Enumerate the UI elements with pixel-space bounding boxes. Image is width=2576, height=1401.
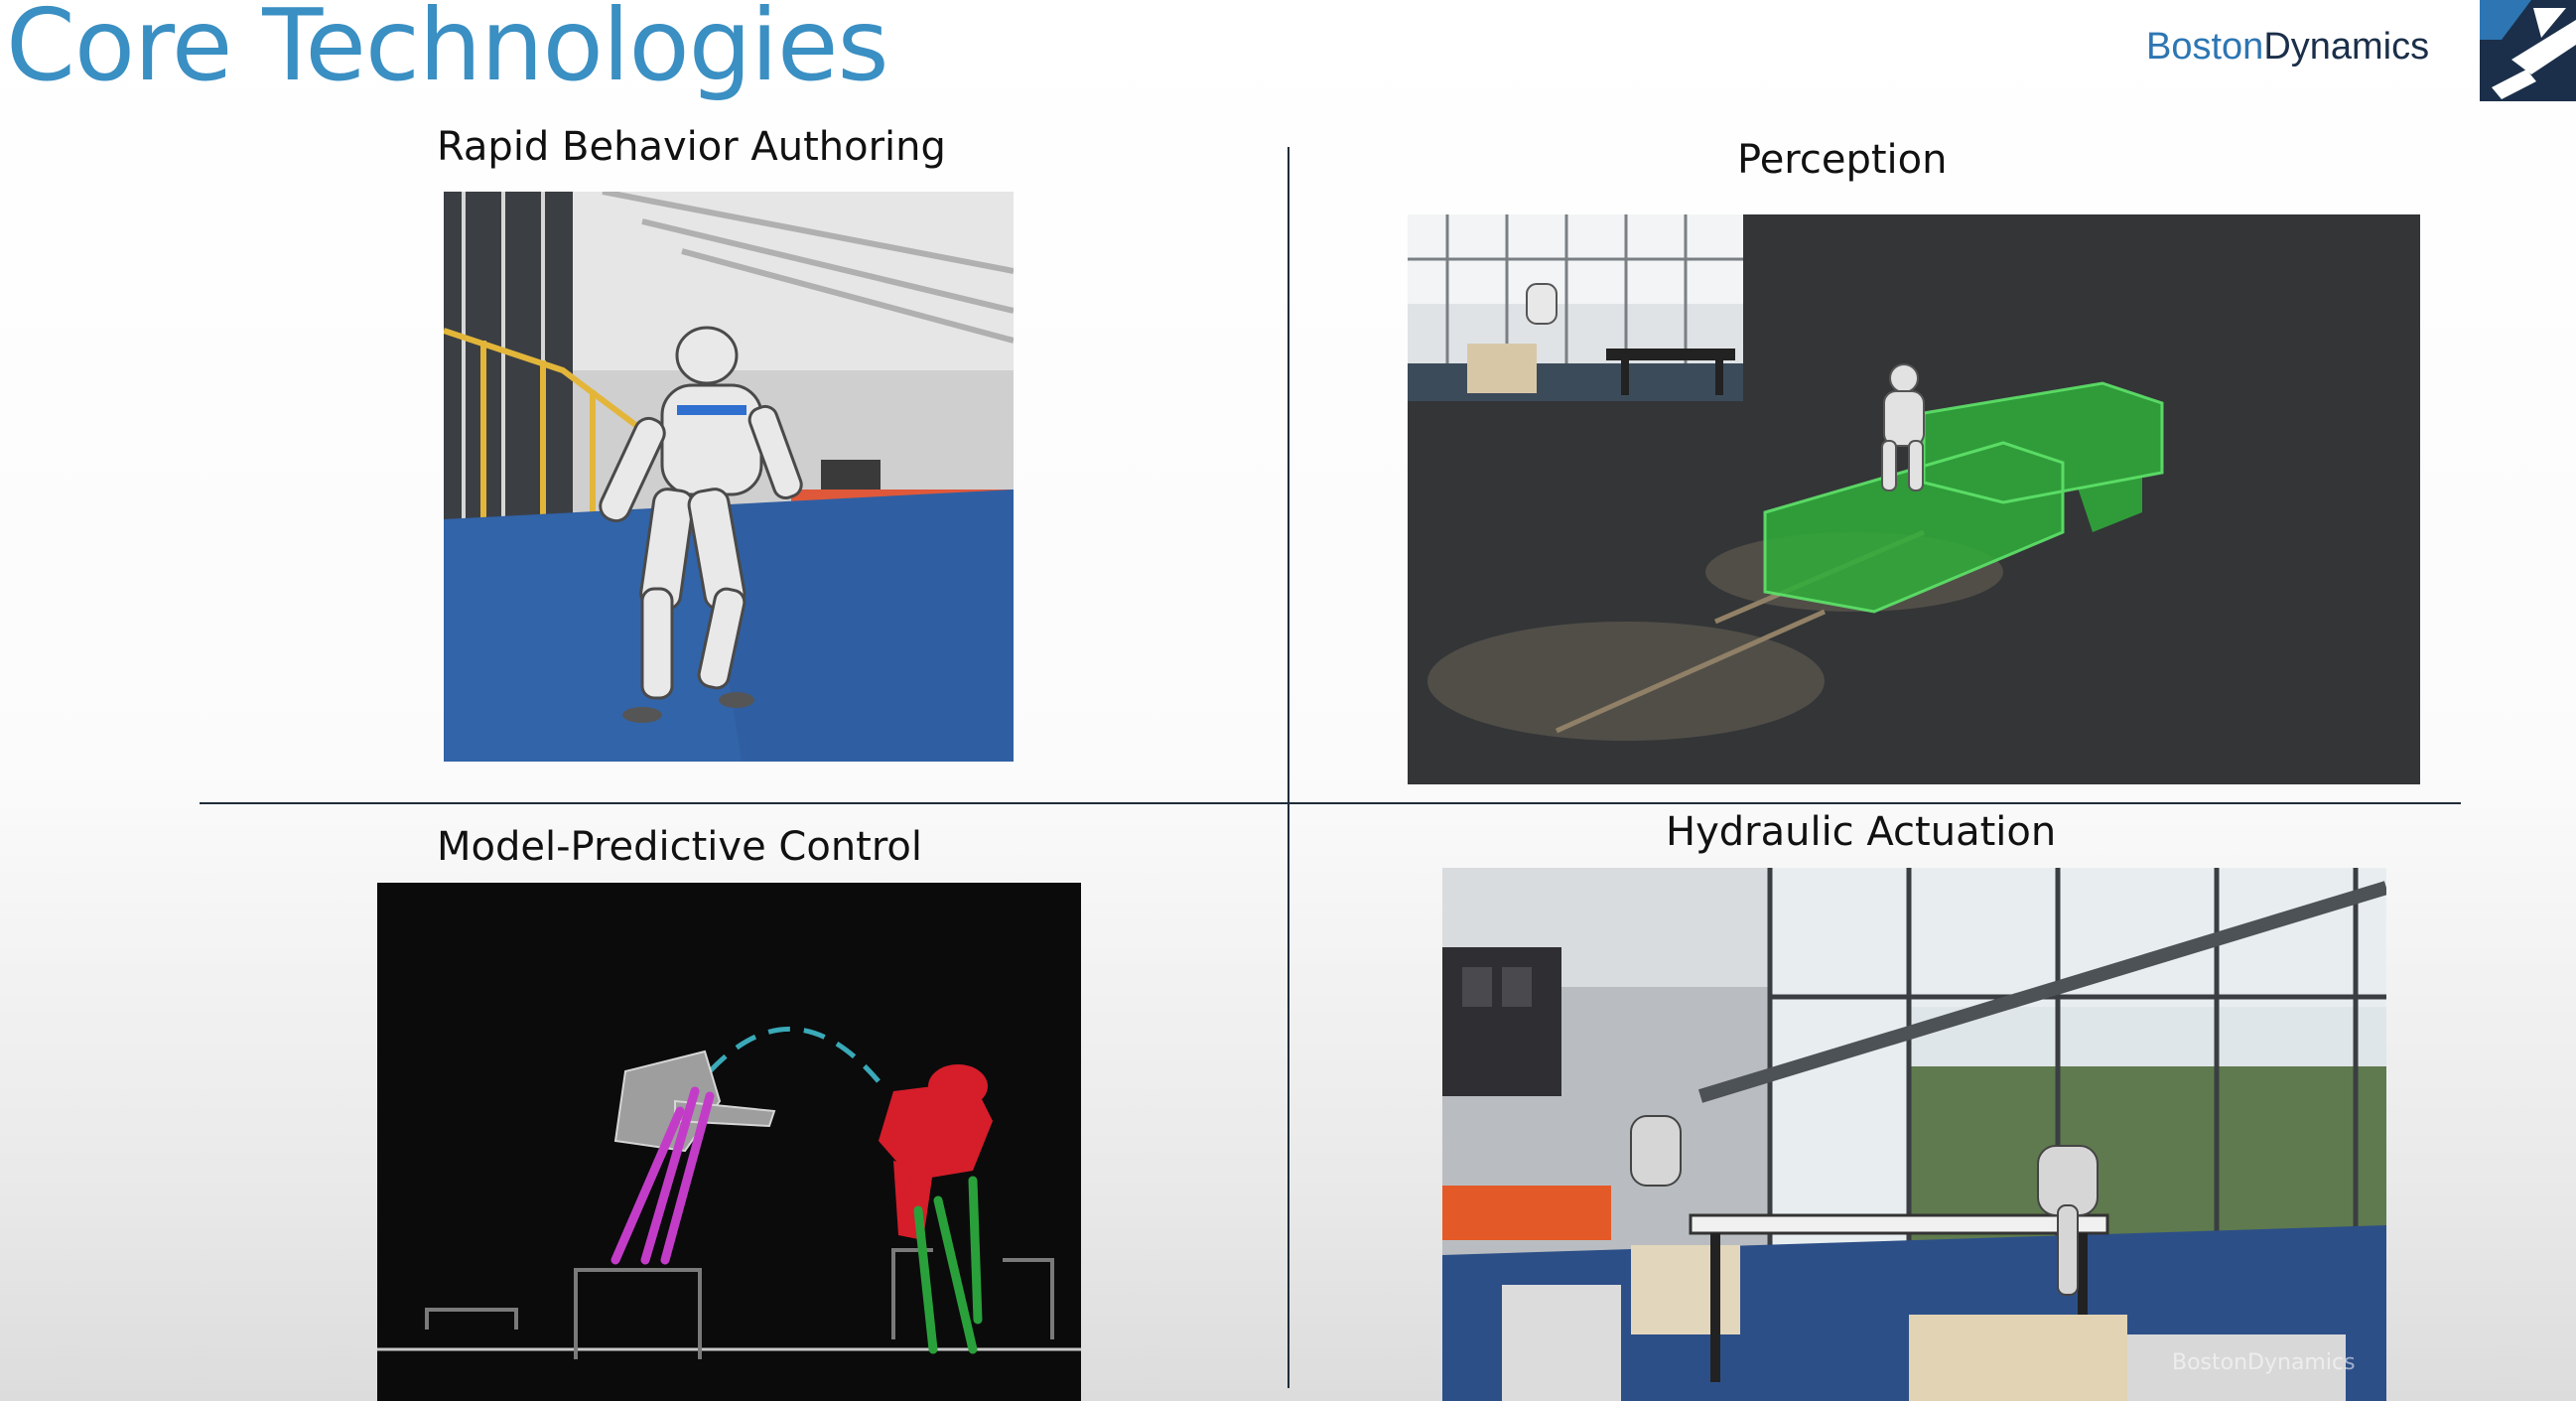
caption-model-predictive-control: Model-Predictive Control xyxy=(437,824,923,870)
horizontal-divider xyxy=(200,802,2461,804)
brand-name-dynamics: Dynamics xyxy=(2263,26,2430,68)
brand-name-boston: Boston xyxy=(2146,26,2264,68)
video-rapid-behavior-authoring[interactable] xyxy=(444,192,1014,762)
boston-dynamics-logo-icon xyxy=(2472,0,2576,101)
video-model-predictive-control[interactable] xyxy=(377,883,1081,1401)
vertical-divider xyxy=(1288,147,1289,1388)
video-perception[interactable] xyxy=(1408,214,2420,784)
caption-rapid-behavior-authoring: Rapid Behavior Authoring xyxy=(437,124,946,170)
caption-hydraulic-actuation: Hydraulic Actuation xyxy=(1666,809,2057,855)
video-hydraulic-actuation[interactable]: BostonDynamics xyxy=(1442,868,2386,1401)
caption-perception: Perception xyxy=(1737,137,1948,183)
slide-title: Core Technologies xyxy=(6,0,889,103)
video-watermark: BostonDynamics xyxy=(2172,1350,2356,1375)
